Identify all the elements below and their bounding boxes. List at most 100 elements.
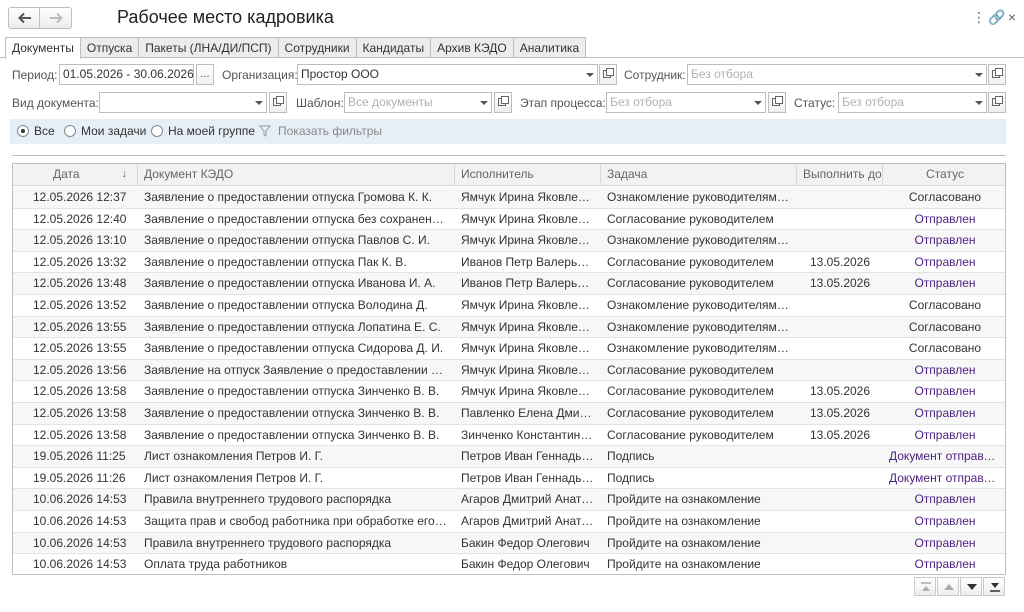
arrow-down-icon [967,584,977,590]
table-row[interactable]: 12.05.2026 13:10 Заявление о предоставлен… [13,230,1005,252]
cell-status: Согласовано [908,319,982,334]
chevron-down-icon[interactable] [477,93,491,112]
tab-2[interactable]: Пакеты (ЛНА/ДИ/ПСП) [138,37,279,58]
arrow-up-icon [944,584,954,590]
show-filters-link[interactable]: Показать фильтры [278,124,382,138]
table-row[interactable]: 10.06.2026 14:53 Правила внутреннего труд… [13,532,1005,555]
status-label: Статус: [794,96,836,110]
doctype-field[interactable] [99,92,267,113]
cell-task: Ознакомление руководителями ... [607,341,797,356]
table-row[interactable]: 12.05.2026 13:48 Заявление о предоставлен… [13,273,1005,295]
table-row[interactable]: 12.05.2026 13:32 Заявление о предоставлен… [13,252,1005,274]
tab-0[interactable]: Документы [5,37,81,59]
stage-field[interactable]: Без отбора [606,92,766,113]
cell-status: Отправлен [914,211,976,226]
chevron-down-icon[interactable] [583,65,597,84]
tab-5[interactable]: Архив КЭДО [430,37,514,58]
forward-button[interactable] [40,7,72,29]
tab-1[interactable]: Отпуска [79,37,140,58]
close-icon[interactable]: × [1005,9,1019,25]
cell-status: Согласовано [908,190,982,204]
cell-doc: Заявление о предоставлении отпуска Громо… [144,190,433,204]
cell-due: 13.05.2026 [809,405,871,420]
scroll-down-button[interactable] [960,577,982,596]
stage-open-button[interactable] [768,92,786,113]
organization-field[interactable]: Простор ООО [297,64,598,85]
cell-due: 13.05.2026 [809,254,871,269]
cell-due [797,360,883,381]
cell-due [797,554,883,574]
more-icon[interactable]: ⋮ [972,9,986,25]
chevron-down-icon[interactable] [972,93,986,112]
template-open-button[interactable] [494,92,512,113]
column-task[interactable]: Задача [601,164,797,186]
cell-doc: Заявление о предоставлении отпуска Лопат… [144,319,441,334]
radio-all[interactable] [17,125,29,137]
organization-open-button[interactable] [599,64,617,85]
status-open-button[interactable] [988,92,1006,113]
cell-status: Согласовано [908,297,982,312]
cell-task: Пройдите на ознакомление [607,557,761,572]
table-row[interactable]: 19.05.2026 11:25 Лист ознакомления Петров… [13,446,1005,468]
table-row[interactable]: 10.06.2026 14:53 Правила внутреннего труд… [13,489,1005,511]
employee-open-button[interactable] [988,64,1006,85]
doctype-open-button[interactable] [269,92,287,113]
scroll-up-button[interactable] [937,577,959,596]
radio-all-label[interactable]: Все [34,124,55,138]
column-date[interactable]: Дата ↓ [13,164,138,186]
table-row[interactable]: 12.05.2026 13:55 Заявление о предоставлен… [13,316,1005,339]
radio-my-group-label[interactable]: На моей группе [168,124,255,138]
doctype-label: Вид документа: [12,96,99,110]
open-icon [992,96,1003,106]
cell-date: 10.06.2026 14:53 [33,492,127,507]
tab-6[interactable]: Аналитика [512,37,587,58]
template-field[interactable]: Все документы [344,92,492,113]
table-row[interactable]: 12.05.2026 13:58 Заявление о предоставлен… [13,402,1005,425]
cell-due [797,209,883,230]
back-button[interactable] [8,7,40,29]
cell-due [797,317,883,338]
cell-task: Согласование руководителем [607,427,774,442]
cell-status: Отправлен [914,233,976,248]
employee-field[interactable]: Без отбора [687,64,987,85]
table-row[interactable]: 12.05.2026 13:58 Заявление о предоставлен… [13,381,1005,403]
chevron-down-icon[interactable] [252,93,266,112]
period-select-button[interactable]: ... [196,64,214,85]
table-row[interactable]: 12.05.2026 13:55 Заявление о предоставлен… [13,338,1005,360]
cell-date: 12.05.2026 13:48 [33,276,127,291]
column-status[interactable]: Статус [883,164,1005,186]
tab-4[interactable]: Кандидаты [355,37,432,58]
cell-executor: Бакин Федор Олегович [461,557,590,572]
cell-status: Отправлен [914,405,976,420]
radio-my-tasks[interactable] [64,125,76,137]
table-row[interactable]: 12.05.2026 13:58 Заявление о предоставлен… [13,425,1005,447]
status-field[interactable]: Без отбора [838,92,987,113]
cell-date: 10.06.2026 14:53 [33,513,127,528]
table-row[interactable]: 12.05.2026 12:37 Заявление о предоставлен… [13,187,1005,209]
scroll-bottom-button[interactable] [983,577,1005,596]
table-row[interactable]: 12.05.2026 13:56 Заявление на отпуск Заяв… [13,359,1005,382]
table-row[interactable]: 10.06.2026 14:53 Защита прав и свобод раб… [13,511,1005,533]
period-field[interactable]: 01.05.2026 - 30.06.2026 [59,64,194,85]
scroll-top-button[interactable] [914,577,936,596]
cell-task: Согласование руководителем [607,405,774,420]
cell-doc: Лист ознакомления Петров И. Г. [144,470,324,485]
link-icon[interactable]: 🔗 [988,9,1005,25]
table-row[interactable]: 19.05.2026 11:26 Лист ознакомления Петров… [13,468,1005,490]
column-executor[interactable]: Исполнитель [455,164,601,186]
cell-due [797,446,883,467]
cell-executor: Ямчук Ирина Яковлевна [461,319,598,334]
tab-3[interactable]: Сотрудники [277,37,357,58]
chevron-down-icon[interactable] [972,65,986,84]
cell-executor: Агаров Дмитрий Анатол... [461,513,601,528]
radio-my-tasks-label[interactable]: Мои задачи [81,124,146,138]
table-row[interactable]: 12.05.2026 12:40 Заявление о предоставлен… [13,209,1005,231]
cell-due [797,511,883,532]
open-icon [992,68,1003,78]
chevron-down-icon[interactable] [751,93,765,112]
column-document[interactable]: Документ КЭДО [138,164,455,186]
radio-my-group[interactable] [151,125,163,137]
column-due[interactable]: Выполнить до [797,164,883,186]
table-row[interactable]: 12.05.2026 13:52 Заявление о предоставлен… [13,295,1005,317]
table-row[interactable]: 10.06.2026 14:53 Оплата труда работников Б… [13,554,1005,574]
